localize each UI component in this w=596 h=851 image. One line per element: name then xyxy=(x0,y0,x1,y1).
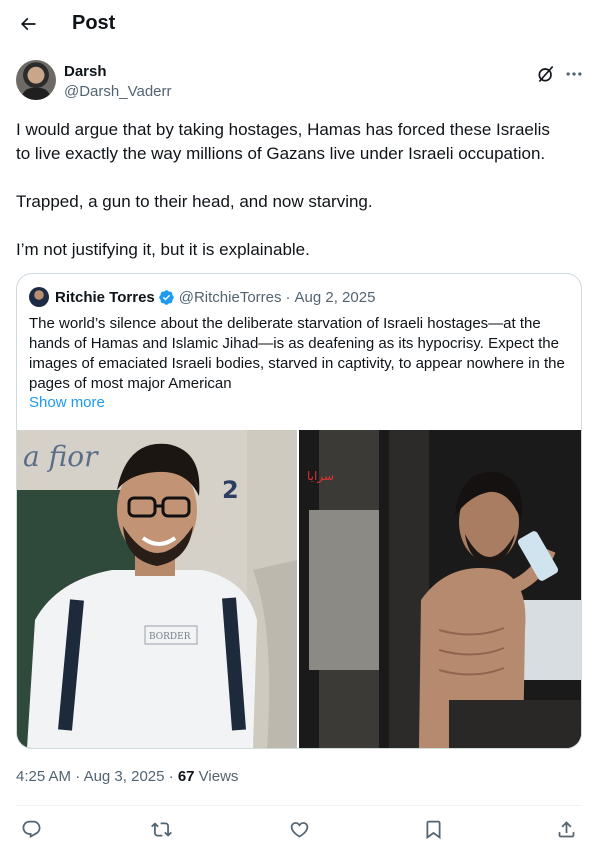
media-photo-left[interactable]: a fior 2 BORDER xyxy=(17,430,297,748)
meta-separator: · xyxy=(285,288,291,306)
top-bar: Post xyxy=(0,0,596,48)
photo-left-illustration: a fior 2 BORDER xyxy=(17,430,297,748)
grok-icon[interactable] xyxy=(536,64,556,84)
quoted-author-name[interactable]: Ritchie Torres xyxy=(55,289,155,306)
reply-icon xyxy=(22,820,40,838)
post-text: I would argue that by taking hostages, H… xyxy=(16,120,550,259)
like-button[interactable] xyxy=(286,816,312,842)
post-time[interactable]: 4:25 AM xyxy=(16,768,71,785)
photo-right-illustration: سرايا xyxy=(299,430,581,748)
quoted-post-date[interactable]: Aug 2, 2025 xyxy=(295,289,376,306)
page-title: Post xyxy=(72,12,116,34)
repost-button[interactable] xyxy=(148,816,174,842)
avatar-shirt xyxy=(22,88,50,100)
avatar[interactable] xyxy=(29,287,49,307)
back-button[interactable] xyxy=(14,10,42,38)
svg-text:2: 2 xyxy=(222,476,239,504)
repost-icon xyxy=(150,821,172,837)
quoted-post[interactable]: Ritchie Torres @RitchieTorres · Aug 2, 2… xyxy=(16,273,582,749)
svg-text:BORDER: BORDER xyxy=(149,632,191,642)
divider xyxy=(16,805,582,806)
bookmark-icon xyxy=(426,820,440,839)
like-icon xyxy=(290,821,308,838)
post-date[interactable]: Aug 3, 2025 xyxy=(84,768,165,785)
post-author: Darsh @Darsh_Vaderr xyxy=(16,60,584,104)
meta-separator: · xyxy=(75,768,81,785)
reply-button[interactable] xyxy=(18,816,44,842)
avatar[interactable] xyxy=(16,60,56,100)
more-horizontal-icon[interactable] xyxy=(564,64,584,84)
author-handle[interactable]: @Darsh_Vaderr xyxy=(64,83,172,100)
media-photo-right[interactable]: سرايا xyxy=(299,430,581,748)
svg-text:a fior: a fior xyxy=(23,440,99,473)
share-button[interactable] xyxy=(553,816,579,842)
svg-text:سرايا: سرايا xyxy=(307,469,334,484)
quoted-post-media[interactable]: a fior 2 BORDER سرايا xyxy=(17,430,581,748)
action-bar xyxy=(0,814,596,844)
bookmark-button[interactable] xyxy=(420,816,446,842)
show-more-link[interactable]: Show more xyxy=(29,394,105,411)
quoted-post-header: Ritchie Torres @RitchieTorres · Aug 2, 2… xyxy=(29,286,375,308)
views-label: Views xyxy=(198,768,239,785)
views-count: 67 xyxy=(177,768,195,785)
author-name[interactable]: Darsh xyxy=(64,63,107,80)
quoted-author-handle[interactable]: @RitchieTorres xyxy=(179,289,282,306)
quoted-post-text: The world’s silence about the deliberate… xyxy=(29,315,565,392)
post-meta: 4:25 AM · Aug 3, 2025 · 67 Views xyxy=(16,768,238,785)
verified-badge-icon xyxy=(158,289,174,305)
arrow-left-icon xyxy=(20,17,36,31)
share-icon xyxy=(558,820,574,837)
meta-separator: · xyxy=(168,768,174,785)
